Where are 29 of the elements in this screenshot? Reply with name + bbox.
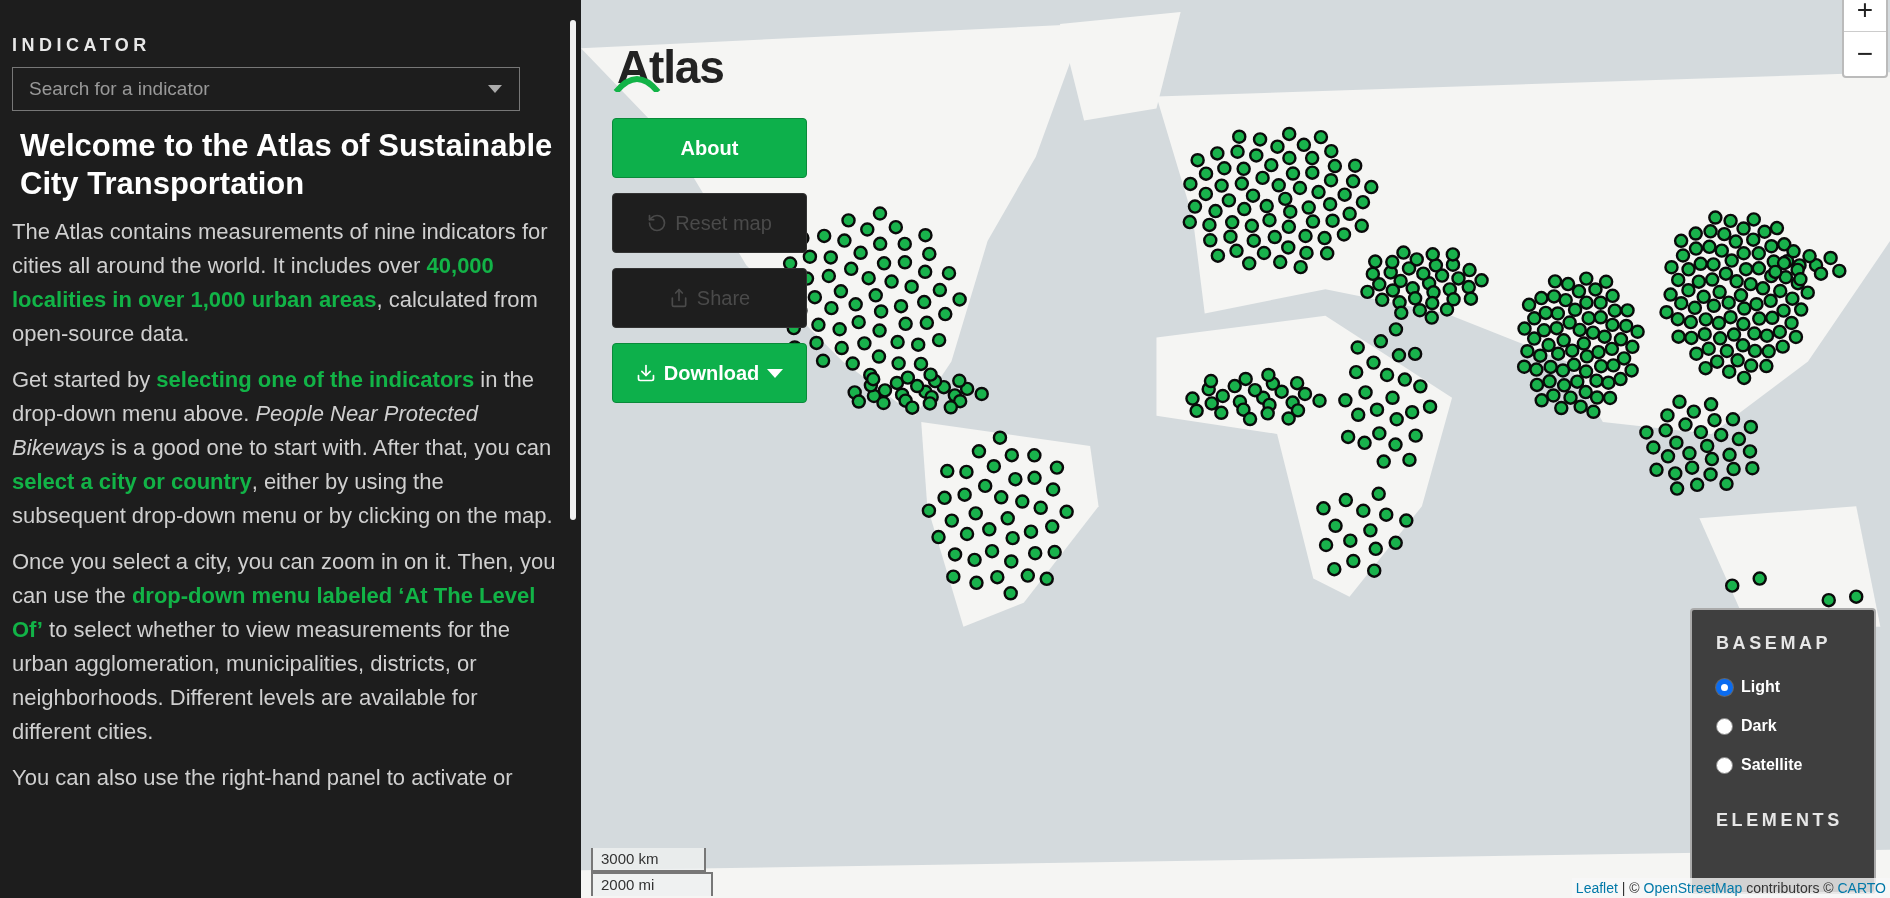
attribution-link[interactable]: Leaflet — [1575, 880, 1618, 896]
elements-title: ELEMENTS — [1716, 809, 1844, 832]
zoom-in-button[interactable]: + — [1844, 0, 1886, 32]
zoom-out-button[interactable]: − — [1844, 32, 1886, 76]
basemap-radio[interactable] — [1716, 678, 1733, 696]
attribution-link[interactable]: OpenStreetMap — [1643, 880, 1743, 896]
scale-bar: 2000 mi — [591, 872, 713, 896]
scale-bar: 3000 km — [591, 848, 706, 872]
basemap-option-label[interactable]: Light — [1741, 675, 1781, 699]
scrollbar-thumb[interactable] — [570, 20, 576, 520]
attribution-link[interactable]: CARTO — [1837, 880, 1886, 896]
basemap-title: BASEMAP — [1716, 632, 1833, 655]
basemap-option-label[interactable]: Satellite — [1741, 753, 1803, 777]
reset-icon — [647, 213, 668, 233]
dropdown-caret-icon — [488, 85, 502, 93]
download-button[interactable]: Download — [612, 343, 807, 403]
indicator-search-field[interactable]: Search for a indicator — [12, 67, 520, 111]
indicator-label: INDICATOR — [12, 34, 152, 57]
intro-paragraph: Get started by selecting one of the indicators in the drop-down menu above. People Near Protected Bikeways is a good one to start with. After that, you can select a city or country, either by using the subsequent drop-down menu or by clicking on the map. — [12, 366, 554, 530]
basemap-option-label[interactable]: Dark — [1741, 714, 1777, 738]
intro-paragraph: The Atlas contains measurements of nine indicators for cities all around the world. It includes over 40,000 localities in over 1,000 urban areas, calculated from open-source data. — [12, 218, 549, 348]
basemap-radio[interactable] — [1716, 717, 1733, 735]
intro-paragraph: You can also use the right-hand panel to activate or — [12, 764, 514, 792]
map-attribution: Leaflet | © OpenStreetMap contributors © CARTO — [1571, 878, 1890, 898]
basemap-radio[interactable] — [1716, 756, 1733, 774]
about-button[interactable]: About — [612, 118, 807, 178]
download-icon — [635, 363, 656, 383]
intro-paragraph: Once you select a city, you can zoom in on it. Then, you can use the drop-down menu labeled ‘At The Level Of’ to select whether to view measurements for the urban agglomeration, municipalities, districts, or neighborhoods. Different levels are available for different cities. — [12, 548, 557, 746]
welcome-heading: Welcome to the Atlas of Sustainable City Transportation — [20, 127, 554, 203]
